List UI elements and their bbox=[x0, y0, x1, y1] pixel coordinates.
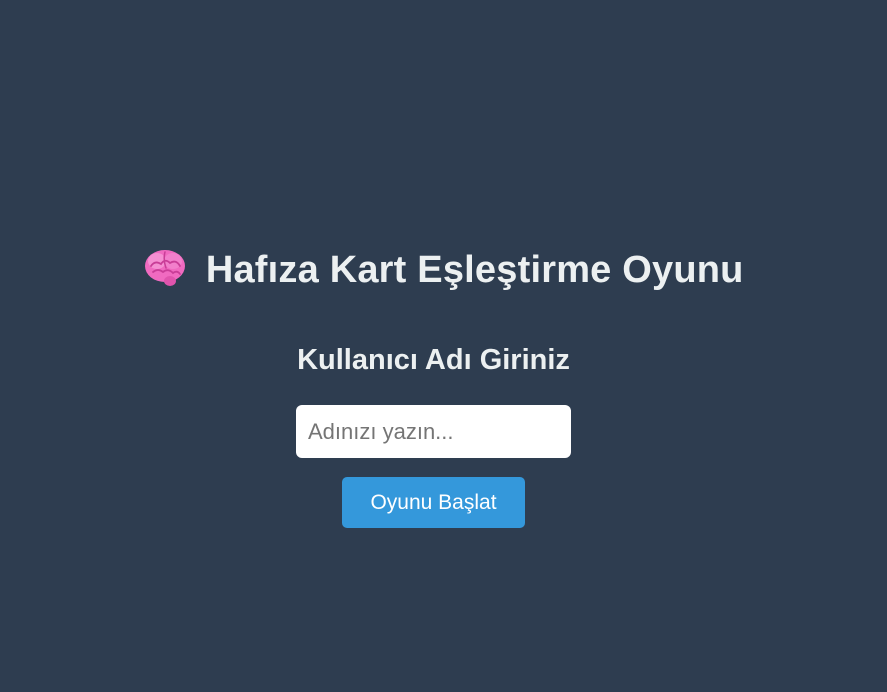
username-heading: Kullanıcı Adı Giriniz bbox=[297, 344, 570, 376]
login-screen: Hafıza Kart Eşleştirme Oyunu Kullanıcı A… bbox=[0, 0, 887, 692]
brain-icon bbox=[143, 248, 187, 288]
app-title: Hafıza Kart Eşleştirme Oyunu bbox=[205, 249, 744, 291]
start-game-button[interactable]: Oyunu Başlat bbox=[342, 477, 525, 528]
title-row: Hafıza Kart Eşleştirme Oyunu bbox=[0, 248, 887, 292]
username-input[interactable] bbox=[296, 405, 571, 458]
